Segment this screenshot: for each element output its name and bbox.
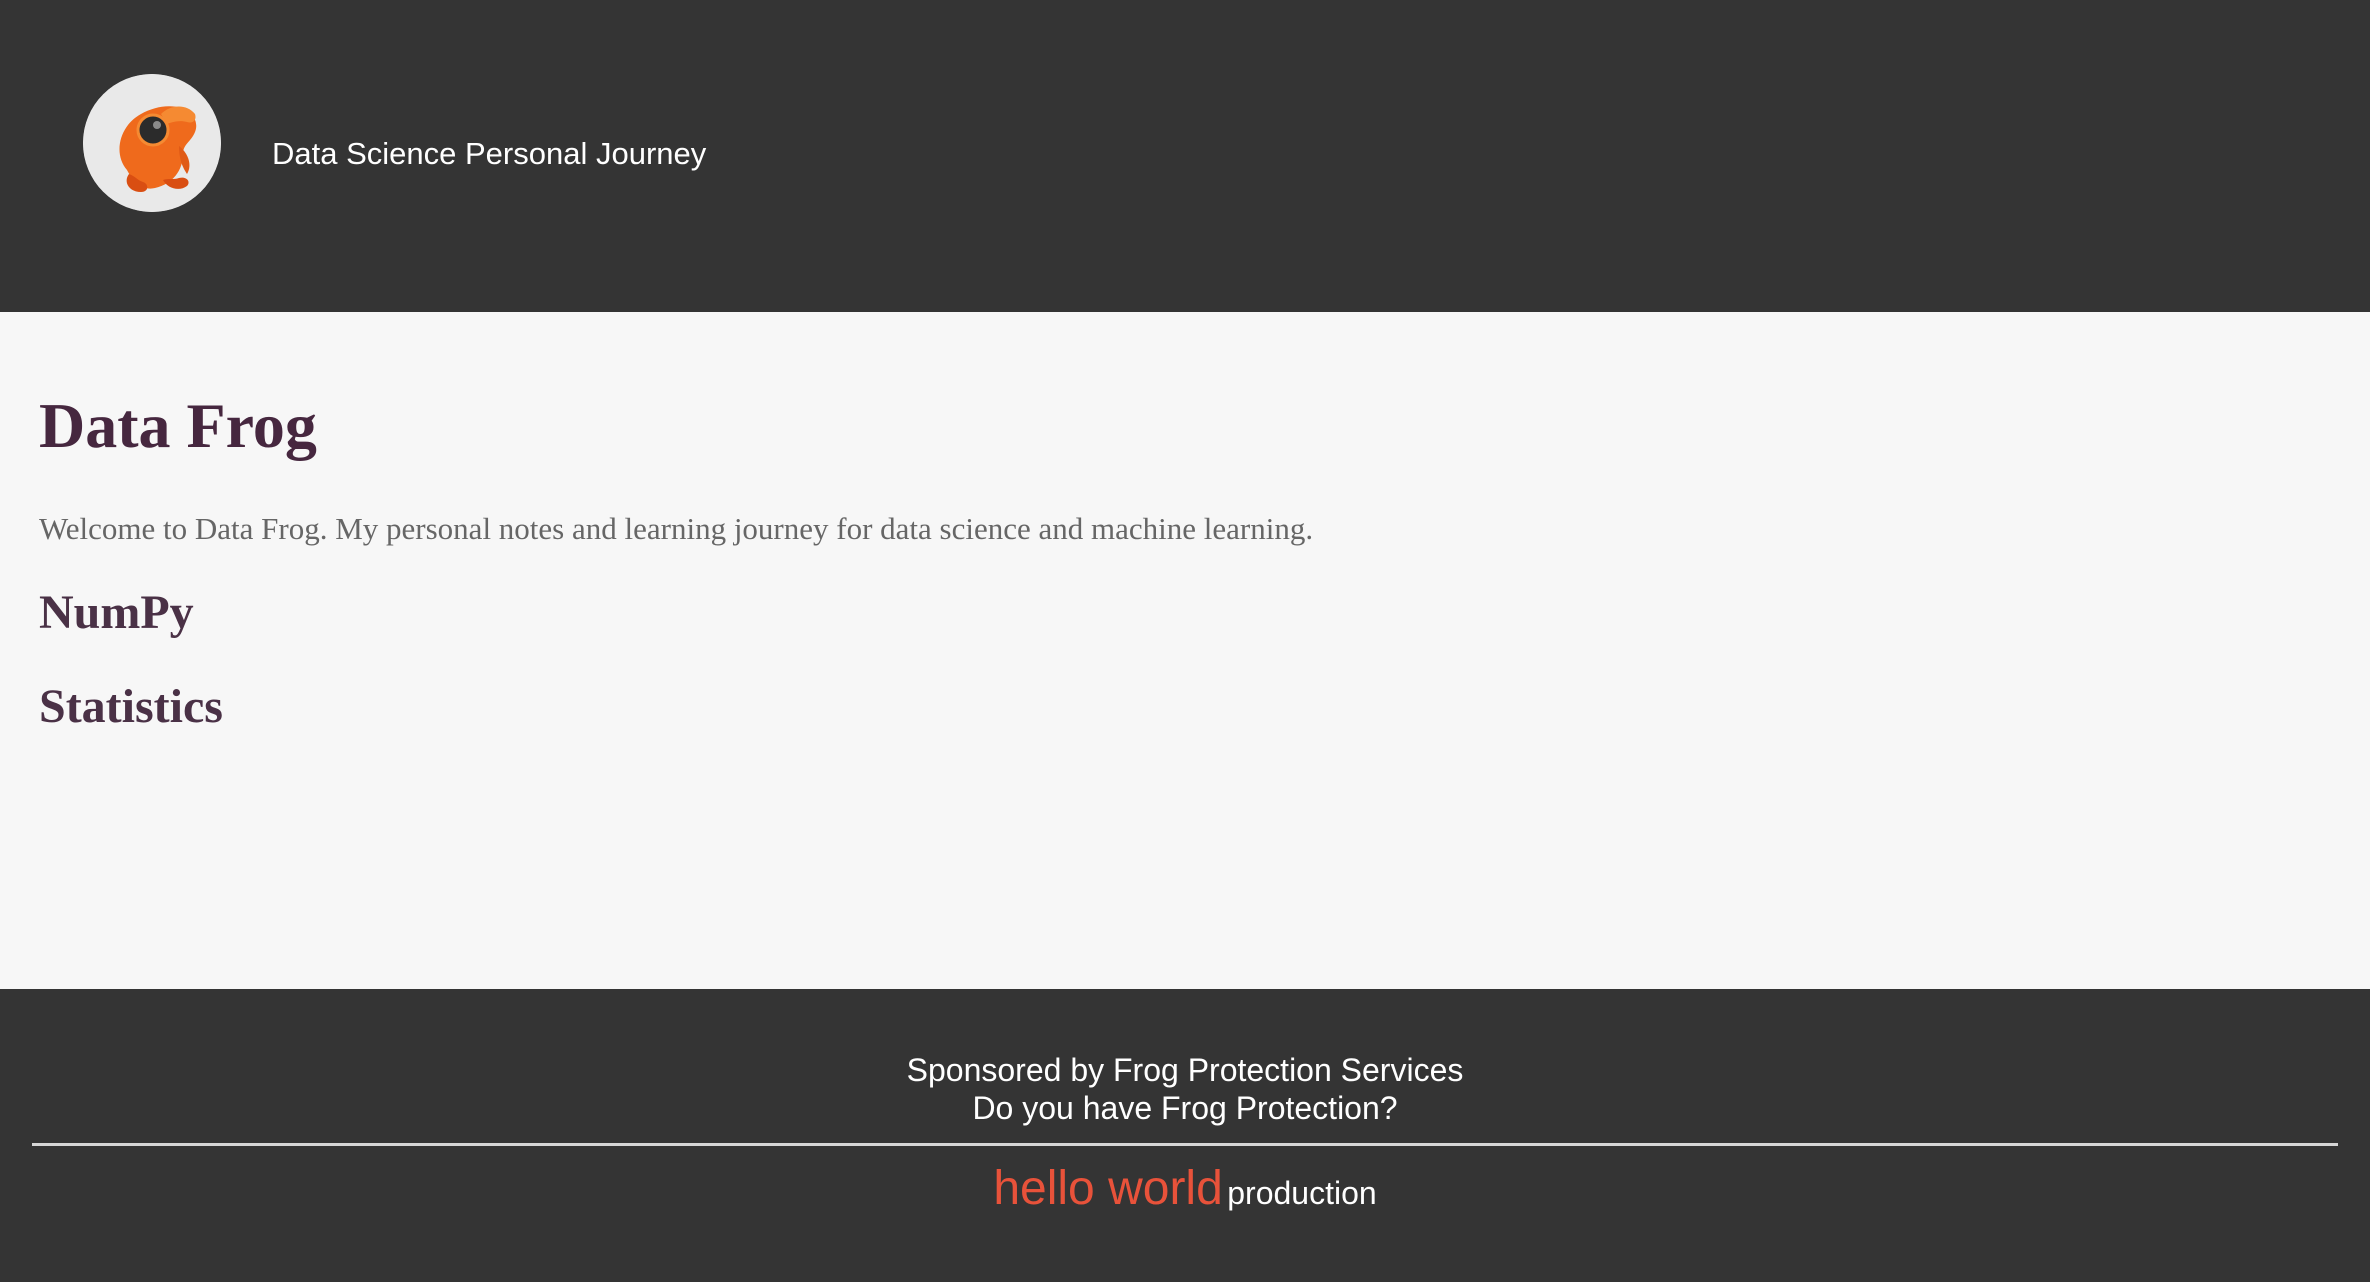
footer-divider — [32, 1143, 2338, 1146]
section-link-numpy[interactable]: NumPy — [39, 589, 194, 637]
sponsor-line-1: Sponsored by Frog Protection Services — [906, 1052, 1464, 1088]
site-title[interactable]: Data Science Personal Journey — [272, 136, 706, 172]
credit-suffix: production — [1227, 1175, 1377, 1211]
credit-brand[interactable]: hello world — [993, 1162, 1222, 1215]
frog-logo-icon[interactable] — [83, 74, 221, 212]
sponsor-line-2: Do you have Frog Protection? — [972, 1090, 1398, 1126]
main-content: Data Frog Welcome to Data Frog. My perso… — [0, 312, 2370, 989]
credit-line: hello world production — [0, 1161, 2370, 1216]
page-title: Data Frog — [39, 390, 317, 461]
intro-text: Welcome to Data Frog. My personal notes … — [39, 511, 1314, 546]
site-header: Data Science Personal Journey — [0, 0, 2370, 312]
section-link-statistics[interactable]: Statistics — [39, 683, 223, 731]
sponsor-text: Sponsored by Frog Protection Services Do… — [0, 1051, 2370, 1127]
site-footer: Sponsored by Frog Protection Services Do… — [0, 989, 2370, 1282]
